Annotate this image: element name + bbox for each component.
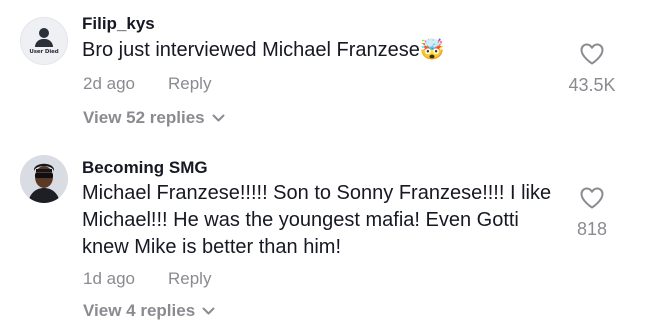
comment-text-line: Michael Franzese!!!!! Son to Sonny Franz… <box>82 182 552 204</box>
user-silhouette-icon <box>39 27 49 38</box>
like-button[interactable]: 818 <box>557 186 627 240</box>
like-count: 43.5K <box>568 75 616 95</box>
comment-text-line: knew Mike is better than him! <box>82 236 341 258</box>
like-button[interactable]: 43.5K <box>557 42 627 96</box>
avatar-label: User Died <box>29 48 59 55</box>
view-replies-button[interactable]: View 4 replies <box>83 301 215 321</box>
comment-username[interactable]: Filip_kys <box>82 14 155 34</box>
heart-outline-icon[interactable] <box>579 186 605 215</box>
comment-timestamp: 1d ago <box>83 269 135 288</box>
avatar[interactable]: User Died <box>20 17 68 65</box>
reply-button[interactable]: Reply <box>168 269 211 289</box>
heart-outline-icon[interactable] <box>579 42 605 71</box>
comment-item: Becoming SMG Michael Franzese!!!!! Son t… <box>0 150 646 330</box>
avatar[interactable] <box>20 155 68 203</box>
reply-button[interactable]: Reply <box>168 74 211 94</box>
view-replies-label: View 52 replies <box>83 108 205 127</box>
comment-item: User Died Filip_kys Bro just interviewed… <box>0 0 646 150</box>
comment-text: Bro just interviewed Michael Franzese🤯 <box>82 37 445 64</box>
comment-text-line: Bro just interviewed Michael Franzese🤯 <box>82 39 445 61</box>
comment-timestamp: 2d ago <box>83 74 135 93</box>
comment-text: Michael Franzese!!!!! Son to Sonny Franz… <box>82 180 551 261</box>
chevron-down-icon <box>212 108 225 128</box>
avatar-photo <box>20 155 68 203</box>
like-count: 818 <box>576 219 608 239</box>
comment-username[interactable]: Becoming SMG <box>82 158 208 178</box>
comment-text-line: Michael!!! He was the youngest mafia! Ev… <box>82 209 519 231</box>
view-replies-label: View 4 replies <box>83 301 196 320</box>
view-replies-button[interactable]: View 52 replies <box>83 108 225 128</box>
chevron-down-icon <box>202 301 215 321</box>
